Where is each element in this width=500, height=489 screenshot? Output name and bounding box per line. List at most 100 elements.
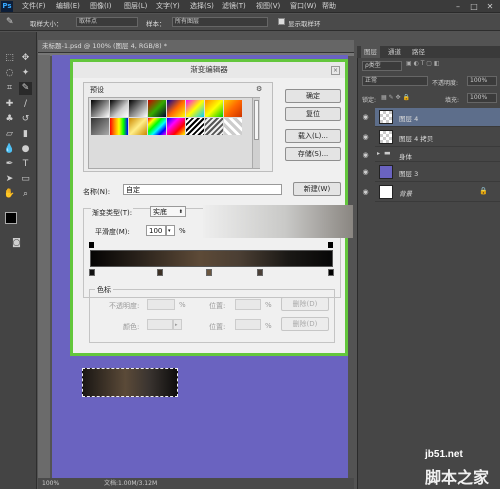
preset-swatch[interactable] xyxy=(205,118,223,135)
stamp-tool-icon[interactable]: ♣ xyxy=(3,113,16,126)
color-swatch-input[interactable] xyxy=(147,319,173,330)
preset-swatch[interactable] xyxy=(91,100,109,117)
preset-swatch[interactable] xyxy=(148,118,166,135)
layer-row[interactable]: 图层 4 xyxy=(375,108,500,127)
layer-row[interactable]: 背景 🔒 xyxy=(375,183,500,202)
gradient-selection[interactable] xyxy=(82,368,178,397)
ok-button[interactable]: 确定 xyxy=(285,89,341,103)
smoothness-dropdown-icon[interactable]: ▾ xyxy=(166,225,175,236)
delete-opacity-button[interactable]: 删除(D) xyxy=(281,297,329,311)
opacity-stop-right[interactable] xyxy=(328,242,333,248)
sample-size-select[interactable]: 取样点 xyxy=(76,17,138,27)
preset-swatch[interactable] xyxy=(167,118,185,135)
menu-file[interactable]: 文件(F) xyxy=(22,1,46,12)
load-button[interactable]: 载入(L)... xyxy=(285,129,341,143)
visibility-eye-icon[interactable]: ◉ xyxy=(360,132,371,143)
marquee-tool-icon[interactable]: ⬚ xyxy=(3,52,16,65)
brush-tool-icon[interactable]: ∕ xyxy=(19,98,32,111)
layer-row[interactable]: 图层 4 拷贝 xyxy=(375,128,500,147)
preset-swatch[interactable] xyxy=(110,100,128,117)
menu-filter[interactable]: 滤镜(T) xyxy=(222,1,246,12)
quick-mask-icon[interactable]: ◙ xyxy=(10,237,23,250)
tab-channels[interactable]: 通道 xyxy=(385,46,404,58)
smoothness-input[interactable]: 100 xyxy=(146,225,166,236)
blend-mode-select[interactable]: 正常 xyxy=(362,76,428,86)
preset-swatch[interactable] xyxy=(205,100,223,117)
color-stop[interactable] xyxy=(206,269,212,276)
hand-tool-icon[interactable]: ✋ xyxy=(3,188,16,201)
zoom-level[interactable]: 100% xyxy=(42,478,59,489)
delete-color-button[interactable]: 删除(D) xyxy=(281,317,329,331)
preset-swatch[interactable] xyxy=(167,100,185,117)
reset-button[interactable]: 复位 xyxy=(285,107,341,121)
layer-group-row[interactable]: ▸ ▬ 身体 xyxy=(375,148,500,162)
blur-tool-icon[interactable]: 💧 xyxy=(3,143,16,156)
color-stop[interactable] xyxy=(257,269,263,276)
history-brush-icon[interactable]: ↺ xyxy=(19,113,32,126)
scrollbar-thumb[interactable] xyxy=(254,100,259,140)
color-dropdown-icon[interactable]: ▸ xyxy=(173,319,182,330)
presets-menu-icon[interactable]: ⚙ xyxy=(256,85,262,93)
menu-help[interactable]: 帮助 xyxy=(322,1,336,12)
layer-opacity-input[interactable]: 100% xyxy=(467,76,497,86)
pen-tool-icon[interactable]: ✒ xyxy=(3,158,16,171)
move-tool-icon[interactable]: ✥ xyxy=(19,52,32,65)
name-input[interactable]: 自定 xyxy=(123,184,282,195)
shape-tool-icon[interactable]: ▭ xyxy=(19,173,32,186)
layer-filter-select[interactable]: ρ类型 xyxy=(362,61,402,71)
close-icon[interactable]: ✕ xyxy=(484,1,496,12)
color-stop[interactable] xyxy=(157,269,163,276)
path-select-icon[interactable]: ➤ xyxy=(3,173,16,186)
lock-icons[interactable]: ▦ ✎ ✥ 🔒 xyxy=(381,94,410,101)
tab-layers[interactable]: 图层 xyxy=(361,46,380,58)
tab-paths[interactable]: 路径 xyxy=(409,46,428,58)
visibility-eye-icon[interactable]: ◉ xyxy=(360,112,371,123)
menu-select[interactable]: 选择(S) xyxy=(190,1,214,12)
visibility-eye-icon[interactable]: ◉ xyxy=(360,167,371,178)
fill-input[interactable]: 100% xyxy=(467,93,497,103)
expand-arrow-icon[interactable]: ▸ xyxy=(377,150,380,157)
crop-tool-icon[interactable]: ⌗ xyxy=(3,82,16,95)
new-button[interactable]: 新建(W) xyxy=(293,182,341,196)
menu-view[interactable]: 视图(V) xyxy=(256,1,280,12)
healing-brush-icon[interactable]: ✚ xyxy=(3,98,16,111)
preset-swatch[interactable] xyxy=(91,118,109,135)
save-button[interactable]: 存储(S)... xyxy=(285,147,341,161)
maximize-icon[interactable]: □ xyxy=(468,1,480,12)
preset-swatch[interactable] xyxy=(129,100,147,117)
dodge-tool-icon[interactable]: ● xyxy=(19,143,32,156)
preset-swatch[interactable] xyxy=(129,118,147,135)
gradient-preview-bar[interactable] xyxy=(90,250,333,267)
menu-image[interactable]: 图像(I) xyxy=(90,1,112,12)
eyedropper-icon[interactable]: ✎ xyxy=(6,17,14,27)
color-stop[interactable] xyxy=(328,269,334,276)
preset-swatch[interactable] xyxy=(224,100,242,117)
minimize-icon[interactable]: – xyxy=(452,1,464,12)
opacity-input[interactable] xyxy=(147,299,175,310)
magic-wand-icon[interactable]: ✦ xyxy=(19,67,32,80)
eraser-tool-icon[interactable]: ▱ xyxy=(3,128,16,141)
layer-row[interactable]: 图层 3 xyxy=(375,163,500,182)
dialog-close-icon[interactable]: × xyxy=(331,66,340,75)
preset-swatch[interactable] xyxy=(148,100,166,117)
filter-icons[interactable]: ▣ ◐ T ▢ ◧ xyxy=(406,60,496,71)
location2-input[interactable] xyxy=(235,319,261,330)
show-ring-checkbox[interactable] xyxy=(278,18,285,25)
visibility-eye-icon[interactable]: ◉ xyxy=(360,150,371,161)
foreground-color-swatch[interactable] xyxy=(5,212,17,224)
lasso-tool-icon[interactable]: ◌ xyxy=(3,67,16,80)
gradient-type-select[interactable]: 实底 ⬍ xyxy=(150,206,186,217)
preset-swatch[interactable] xyxy=(186,100,204,117)
presets-scrollbar[interactable] xyxy=(252,98,260,168)
gradient-tool-icon[interactable]: ▮ xyxy=(19,128,32,141)
document-tab[interactable]: 未标题-1.psd @ 100% (图层 4, RGB/8) * xyxy=(38,40,354,53)
eyedropper-tool-icon[interactable]: ✎ xyxy=(19,82,32,95)
preset-swatch[interactable] xyxy=(110,118,128,135)
opacity-stop-left[interactable] xyxy=(89,242,94,248)
menu-layer[interactable]: 图层(L) xyxy=(124,1,147,12)
preset-swatch[interactable] xyxy=(186,118,204,135)
menu-edit[interactable]: 编辑(E) xyxy=(56,1,80,12)
visibility-eye-icon[interactable]: ◉ xyxy=(360,187,371,198)
menu-type[interactable]: 文字(Y) xyxy=(156,1,180,12)
menu-window[interactable]: 窗口(W) xyxy=(290,1,316,12)
